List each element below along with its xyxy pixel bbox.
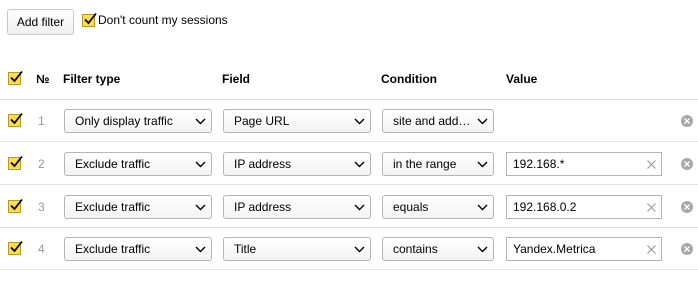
row-number: 1	[38, 114, 45, 128]
filter-table-header: № Filter type Field Condition Value	[0, 58, 698, 100]
row-checkbox[interactable]	[8, 240, 23, 255]
condition-select[interactable]: in the range	[382, 152, 494, 176]
row-number: 3	[38, 200, 45, 214]
filter-row: 4 Exclude traffic Title contains Yandex.…	[0, 228, 698, 270]
condition-select[interactable]: contains	[382, 237, 494, 261]
add-filter-button[interactable]: Add filter	[7, 9, 74, 35]
field-select[interactable]: IP address	[223, 152, 371, 176]
row-checkbox[interactable]	[8, 155, 23, 170]
chevron-down-icon	[348, 110, 370, 132]
condition-select[interactable]: equals	[382, 195, 494, 219]
filter-row: 2 Exclude traffic IP address in the rang…	[0, 143, 698, 185]
chevron-down-icon	[471, 110, 493, 132]
chevron-down-icon	[348, 196, 370, 218]
chevron-down-icon	[348, 153, 370, 175]
chevron-down-icon	[189, 196, 211, 218]
header-condition: Condition	[381, 72, 437, 86]
chevron-down-icon	[189, 238, 211, 260]
chevron-down-icon	[471, 196, 493, 218]
filter-type-select[interactable]: Exclude traffic	[64, 195, 212, 219]
clear-icon[interactable]	[641, 196, 661, 218]
delete-filter-icon[interactable]	[681, 115, 693, 127]
chevron-down-icon	[471, 238, 493, 260]
row-number: 4	[38, 242, 45, 256]
header-number: №	[36, 72, 50, 86]
chevron-down-icon	[471, 153, 493, 175]
field-select[interactable]: Title	[223, 237, 371, 261]
value-input[interactable]: 192.168.0.2	[506, 195, 662, 219]
row-checkbox[interactable]	[8, 112, 23, 127]
chevron-down-icon	[189, 153, 211, 175]
clear-icon[interactable]	[641, 153, 661, 175]
filter-type-select[interactable]: Exclude traffic	[64, 237, 212, 261]
delete-filter-icon[interactable]	[681, 158, 693, 170]
filter-row: 1 Only display traffic Page URL site and…	[0, 100, 698, 142]
chevron-down-icon	[189, 110, 211, 132]
dont-count-sessions-checkbox[interactable]: Don't count my sessions	[82, 12, 228, 27]
filter-type-select[interactable]: Exclude traffic	[64, 152, 212, 176]
header-filter-type: Filter type	[63, 72, 121, 86]
filter-type-select[interactable]: Only display traffic	[64, 109, 212, 133]
chevron-down-icon	[348, 238, 370, 260]
field-select[interactable]: Page URL	[223, 109, 371, 133]
checkbox-checked-icon[interactable]	[82, 12, 97, 27]
delete-filter-icon[interactable]	[681, 201, 693, 213]
row-number: 2	[38, 157, 45, 171]
row-checkbox[interactable]	[8, 198, 23, 213]
value-input[interactable]: 192.168.*	[506, 152, 662, 176]
value-input[interactable]: Yandex.Metrica	[506, 237, 662, 261]
delete-filter-icon[interactable]	[681, 243, 693, 255]
filter-row: 3 Exclude traffic IP address equals 192.…	[0, 186, 698, 228]
clear-icon[interactable]	[641, 238, 661, 260]
header-field: Field	[222, 72, 251, 86]
field-select[interactable]: IP address	[223, 195, 371, 219]
header-value: Value	[506, 72, 538, 86]
dont-count-sessions-label: Don't count my sessions	[98, 13, 228, 27]
select-all-checkbox[interactable]	[8, 70, 23, 85]
condition-select[interactable]: site and addit…	[382, 109, 494, 133]
